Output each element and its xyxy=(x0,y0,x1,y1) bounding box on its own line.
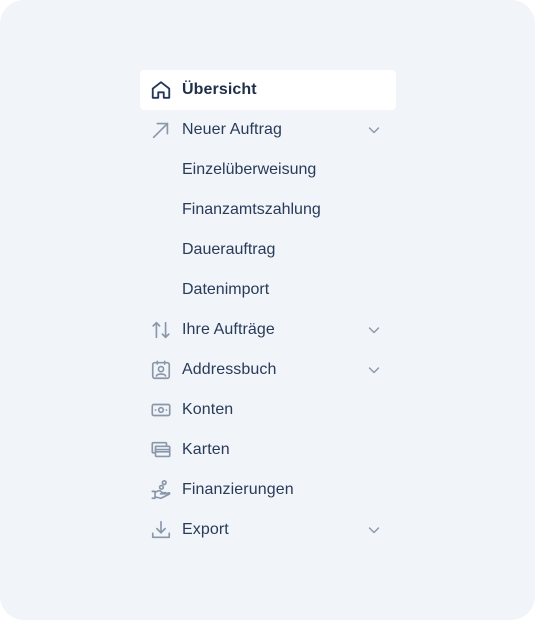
sidebar-item-label: Karten xyxy=(182,441,230,458)
sidebar-panel: Übersicht Neuer Auftrag Einzelüberweisun… xyxy=(0,0,535,620)
sidebar-item-accounts[interactable]: Konten xyxy=(140,390,396,430)
sidebar-item-address-book[interactable]: Addressbuch xyxy=(140,350,396,390)
credit-cards-icon xyxy=(140,430,182,470)
sidebar-item-export[interactable]: Export xyxy=(140,510,396,550)
sidebar-nav: Übersicht Neuer Auftrag Einzelüberweisun… xyxy=(140,70,396,550)
submenu-item-single-transfer[interactable]: Einzelüberweisung xyxy=(140,150,396,190)
sidebar-item-cards[interactable]: Karten xyxy=(140,430,396,470)
sidebar-item-label: Neuer Auftrag xyxy=(182,121,283,138)
chevron-down-icon[interactable] xyxy=(366,322,382,338)
arrows-up-down-icon xyxy=(140,310,182,350)
arrow-up-right-icon xyxy=(140,110,182,150)
sidebar-item-label: Ihre Aufträge xyxy=(182,321,275,338)
download-icon xyxy=(140,510,182,550)
submenu-item-data-import[interactable]: Datenimport xyxy=(140,270,396,310)
banknote-icon xyxy=(140,390,182,430)
hand-coin-icon xyxy=(140,470,182,510)
chevron-down-icon[interactable] xyxy=(366,522,382,538)
sidebar-item-label: Übersicht xyxy=(182,81,257,98)
sidebar-item-label: Konten xyxy=(182,401,234,418)
chevron-down-icon[interactable] xyxy=(366,122,382,138)
sidebar-item-financing[interactable]: Finanzierungen xyxy=(140,470,396,510)
submenu-item-tax-payment[interactable]: Finanzamtszahlung xyxy=(140,190,396,230)
sidebar-item-label: Finanzierungen xyxy=(182,481,294,498)
sidebar-item-your-orders[interactable]: Ihre Aufträge xyxy=(140,310,396,350)
contact-card-icon xyxy=(140,350,182,390)
sidebar-item-overview[interactable]: Übersicht xyxy=(140,70,396,110)
sidebar-item-label: Addressbuch xyxy=(182,361,277,378)
submenu-item-standing-order[interactable]: Dauerauftrag xyxy=(140,230,396,270)
home-icon xyxy=(140,70,182,110)
sidebar-item-new-order[interactable]: Neuer Auftrag xyxy=(140,110,396,150)
chevron-down-icon[interactable] xyxy=(366,362,382,378)
sidebar-item-label: Export xyxy=(182,521,229,538)
